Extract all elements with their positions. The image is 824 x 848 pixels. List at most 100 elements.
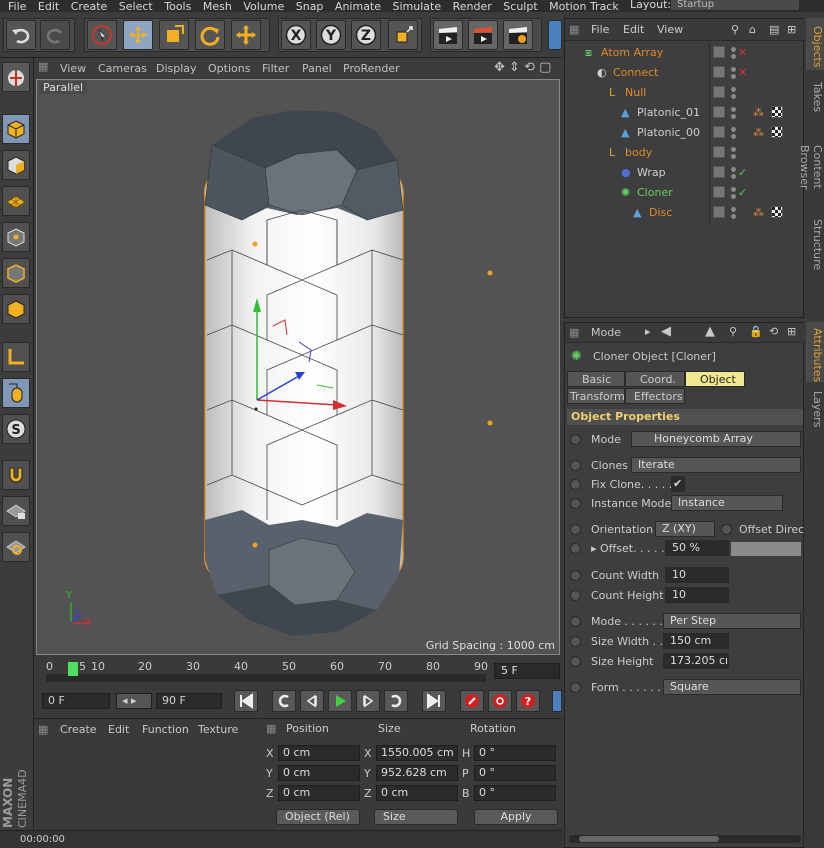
workplane-lock-button[interactable] xyxy=(2,496,30,526)
sort-icon[interactable]: ▤ xyxy=(769,23,779,36)
editor-visibility-dot[interactable] xyxy=(731,207,736,212)
tab-takes[interactable]: Takes xyxy=(806,72,824,116)
start-frame-field[interactable]: 0 F xyxy=(42,693,110,709)
autokey-button[interactable] xyxy=(488,690,512,712)
rot-h-field[interactable]: 0 ° xyxy=(474,745,556,761)
view-cut-button[interactable] xyxy=(548,20,562,50)
object-name[interactable]: Null xyxy=(625,86,646,99)
menu-animate[interactable]: Animate xyxy=(335,1,381,12)
material-tag-icon[interactable] xyxy=(771,206,783,218)
anim-radio[interactable] xyxy=(570,498,581,509)
transform-tool-button[interactable] xyxy=(231,20,261,50)
object-row[interactable]: ◐ Connect ✕ xyxy=(565,63,805,83)
search-icon[interactable]: ⚲ xyxy=(731,23,739,36)
redo-button[interactable] xyxy=(40,20,70,50)
next-key-button[interactable] xyxy=(384,690,408,712)
viewport-menu-prorender[interactable]: ProRender xyxy=(343,62,400,75)
layer-toggle[interactable] xyxy=(713,186,725,198)
menu-snap[interactable]: Snap xyxy=(296,1,324,12)
render-visibility-dot[interactable] xyxy=(731,94,736,99)
object-row[interactable]: ⧆ Atom Array ✕ xyxy=(565,43,805,63)
anim-radio[interactable] xyxy=(570,460,581,471)
render-to-picture-viewer-button[interactable] xyxy=(468,20,498,50)
handle-point[interactable] xyxy=(487,420,493,426)
mode2-dropdown[interactable]: Per Step xyxy=(663,613,801,629)
search-icon[interactable]: ⚲ xyxy=(729,325,737,338)
menu-file[interactable]: File xyxy=(8,1,26,12)
anim-radio[interactable] xyxy=(570,616,581,627)
layer-toggle[interactable] xyxy=(713,46,725,58)
offset-slider[interactable] xyxy=(731,542,801,556)
size-y-field[interactable]: 952.628 cm xyxy=(376,765,458,781)
layout-select[interactable]: Startup xyxy=(670,0,800,11)
object-row[interactable]: Lbody xyxy=(565,143,805,163)
editor-visibility-dot[interactable] xyxy=(731,67,736,72)
anim-radio[interactable] xyxy=(570,590,581,601)
menu-volume[interactable]: Volume xyxy=(243,1,284,12)
object-name[interactable]: Platonic_01 xyxy=(637,106,700,119)
enabled-check-icon[interactable]: ✓ xyxy=(738,166,747,179)
size-mode-dropdown[interactable]: Size xyxy=(374,809,458,825)
attributes-mode-menu[interactable]: Mode xyxy=(591,326,621,339)
render-settings-button[interactable] xyxy=(503,20,533,50)
material-menu-function[interactable]: Function xyxy=(142,723,189,736)
menu-sculpt[interactable]: Sculpt xyxy=(503,1,537,12)
timeline[interactable]: 0 5 10 20 30 40 50 60 70 80 90 5 F xyxy=(34,656,562,686)
planar-workplane-button[interactable] xyxy=(2,532,30,562)
mode-dropdown[interactable]: Honeycomb Array xyxy=(631,431,801,447)
menu-tools[interactable]: Tools xyxy=(164,1,191,12)
layer-toggle[interactable] xyxy=(713,206,725,218)
arrow-right-icon[interactable]: ▸ xyxy=(645,325,651,338)
object-row[interactable]: L Null xyxy=(565,83,805,103)
new-window-icon[interactable]: ⊞ xyxy=(787,23,796,36)
form-dropdown[interactable]: Square xyxy=(663,679,801,695)
pos-z-field[interactable]: 0 cm xyxy=(278,785,360,801)
object-row[interactable]: ✺ Cloner ✓ xyxy=(565,183,805,203)
anim-radio[interactable] xyxy=(570,570,581,581)
render-visibility-dot[interactable] xyxy=(731,214,736,219)
anim-radio[interactable] xyxy=(570,636,581,647)
up-icon[interactable]: ▲ xyxy=(705,324,715,339)
keyframe-selection-button[interactable]: ? xyxy=(516,690,540,712)
polygons-mode-button[interactable] xyxy=(2,294,30,324)
object-name[interactable]: Cloner xyxy=(637,186,673,199)
object-name[interactable]: Wrap xyxy=(637,166,666,179)
count-width-field[interactable]: 10 xyxy=(665,567,729,583)
tab-object[interactable]: Object xyxy=(685,371,745,387)
editor-visibility-dot[interactable] xyxy=(731,127,736,132)
scrollbar-thumb[interactable] xyxy=(579,836,719,842)
viewport-menu-panel[interactable]: Panel xyxy=(302,62,332,75)
editor-visibility-dot[interactable] xyxy=(731,107,736,112)
layer-toggle[interactable] xyxy=(713,126,725,138)
object-name[interactable]: Disc xyxy=(649,206,672,219)
render-visibility-dot[interactable] xyxy=(731,154,736,159)
render-view-button[interactable] xyxy=(433,20,463,50)
render-visibility-dot[interactable] xyxy=(731,134,736,139)
objects-menu-edit[interactable]: Edit xyxy=(623,23,644,36)
layer-toggle[interactable] xyxy=(713,86,725,98)
tab-coord[interactable]: Coord. xyxy=(625,371,685,387)
render-visibility-dot[interactable] xyxy=(731,74,736,79)
viewport-menu-cameras[interactable]: Cameras xyxy=(98,62,147,75)
anim-radio[interactable] xyxy=(570,682,581,693)
apply-button[interactable]: Apply xyxy=(474,809,558,825)
render-visibility-dot[interactable] xyxy=(731,114,736,119)
object-row[interactable]: ● Wrap ✓ xyxy=(565,163,805,183)
prev-frame-button[interactable] xyxy=(300,690,324,712)
workplane-mode-button[interactable] xyxy=(2,186,30,216)
current-frame-field[interactable]: 5 F xyxy=(494,663,560,679)
enabled-check-icon[interactable]: ✓ xyxy=(738,186,747,199)
menu-motion-track[interactable]: Motion Track xyxy=(549,1,619,12)
live-selection-button[interactable] xyxy=(87,20,117,50)
tab-objects[interactable]: Objects xyxy=(806,18,824,70)
play-button[interactable] xyxy=(328,690,352,712)
material-tag-icon[interactable] xyxy=(771,106,783,118)
prev-key-button[interactable] xyxy=(272,690,296,712)
material-menu-edit[interactable]: Edit xyxy=(108,723,129,736)
edges-mode-button[interactable] xyxy=(2,258,30,288)
next-frame-button[interactable] xyxy=(356,690,380,712)
rotate-tool-button[interactable] xyxy=(195,20,225,50)
object-row[interactable]: ▲ Platonic_01 ⁂ xyxy=(565,103,805,123)
menu-render[interactable]: Render xyxy=(453,1,492,12)
objects-menu-file[interactable]: File xyxy=(591,23,609,36)
